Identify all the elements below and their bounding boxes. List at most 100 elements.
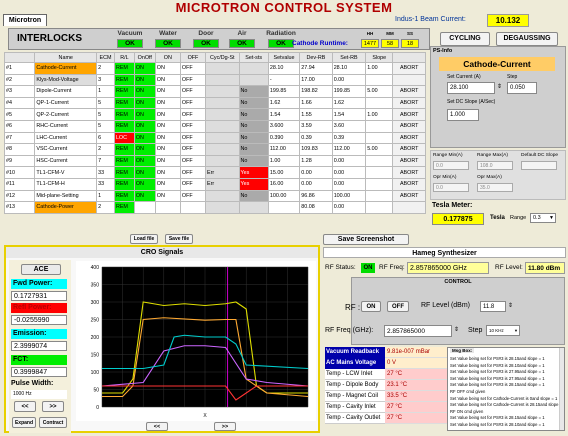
cell-on[interactable]: ON xyxy=(154,96,181,110)
step-input[interactable]: 0.050 xyxy=(507,82,537,94)
cell-setv[interactable]: 0.390 xyxy=(267,131,301,145)
cell-on[interactable]: ON xyxy=(154,154,181,168)
cell-setv[interactable]: 199.85 xyxy=(267,85,301,98)
msg-line: Set Value being set for PS#3 is 27.95and… xyxy=(450,369,545,375)
msg-scrollbar[interactable] xyxy=(559,348,564,430)
status-radiation-value: OK xyxy=(268,39,294,48)
cell-off[interactable]: OFF xyxy=(179,85,207,98)
emission-value: 2.3999074 xyxy=(11,341,67,351)
scroll-right-button[interactable]: >> xyxy=(214,422,236,431)
range-select[interactable]: 0.3 ▼ xyxy=(530,213,556,223)
cell-abort[interactable]: ABORT xyxy=(392,177,426,191)
cell-off[interactable]: OFF xyxy=(179,154,207,168)
cell-setv[interactable]: 3.600 xyxy=(267,119,301,133)
degaussing-button[interactable]: DEGAUSSING xyxy=(496,32,558,46)
cell-slope[interactable] xyxy=(365,154,394,168)
cell-on[interactable]: ON xyxy=(154,177,181,191)
cell-on[interactable]: ON xyxy=(154,166,181,179)
cell-off[interactable]: OFF xyxy=(179,96,207,110)
cell-on[interactable]: ON xyxy=(154,131,181,145)
cell-on[interactable]: ON xyxy=(154,73,181,87)
cell-slope[interactable] xyxy=(365,131,394,145)
tab-microtron[interactable]: Microtron xyxy=(3,14,47,26)
pulse-prev-button[interactable]: << xyxy=(14,401,36,412)
cell-setv[interactable]: 1.54 xyxy=(267,108,301,121)
cell-slope[interactable]: 1.00 xyxy=(365,108,394,121)
cell-off[interactable]: OFF xyxy=(179,119,207,133)
rf-level-stepper-icon[interactable]: ⇕ xyxy=(508,302,513,309)
cell-setv[interactable]: 1.62 xyxy=(267,96,301,110)
cell-off[interactable]: OFF xyxy=(179,189,207,203)
cell-sets xyxy=(238,62,269,75)
cell-setv[interactable]: 100.00 xyxy=(267,189,301,203)
cell-abort[interactable]: ABORT xyxy=(392,154,426,168)
cell-setv[interactable]: 15.00 xyxy=(267,166,301,179)
rf-on-button[interactable]: ON xyxy=(361,301,381,312)
cell-slope[interactable]: 1.00 xyxy=(365,62,394,75)
cell-on[interactable]: ON xyxy=(154,143,181,156)
cell-on[interactable]: ON xyxy=(154,189,181,203)
cell-setv[interactable]: - xyxy=(267,73,301,87)
cell-on[interactable]: ON xyxy=(154,85,181,98)
cell-off[interactable]: OFF xyxy=(179,177,207,191)
cell-slope[interactable]: 5.00 xyxy=(365,143,394,156)
save-screenshot-button[interactable]: Save Screenshot xyxy=(323,234,409,245)
cell-abort[interactable]: ABORT xyxy=(392,96,426,110)
rf-freq-stepper-icon[interactable]: ⇕ xyxy=(454,326,459,333)
cell-off[interactable]: OFF xyxy=(179,62,207,75)
set-current-input[interactable]: 28.100 xyxy=(447,82,495,94)
cell-slope[interactable] xyxy=(365,201,394,214)
ace-button[interactable]: ACE xyxy=(21,264,61,275)
save-file-button[interactable]: Save file xyxy=(165,234,193,244)
cell-off[interactable]: OFF xyxy=(179,108,207,121)
cell-setv[interactable]: 28.10 xyxy=(267,62,301,75)
cell-setv[interactable]: 16.00 xyxy=(267,177,301,191)
cell-setv[interactable]: 1.00 xyxy=(267,154,301,168)
cell-abort[interactable]: ABORT xyxy=(392,166,426,179)
cycling-button[interactable]: CYCLING xyxy=(440,32,490,46)
contract-button[interactable]: Contract xyxy=(39,417,67,428)
cell-slope[interactable] xyxy=(365,189,394,203)
rf-freq-set-input[interactable]: 2.857865000 xyxy=(384,325,452,337)
cell-rl: REM xyxy=(113,62,135,75)
scroll-left-button[interactable]: << xyxy=(146,422,168,431)
cell-on[interactable]: ON xyxy=(154,119,181,133)
cell-abort[interactable]: ABORT xyxy=(392,119,426,133)
step-label: Step xyxy=(507,74,518,80)
rf-off-button[interactable]: OFF xyxy=(387,301,409,312)
temperature-row: Temp - Cavity Outlet 27 °C xyxy=(325,413,455,424)
cell-on[interactable]: ON xyxy=(154,62,181,75)
cell-off[interactable]: OFF xyxy=(179,143,207,156)
cell-abort[interactable]: ABORT xyxy=(392,62,426,75)
cell-setv[interactable] xyxy=(267,201,301,214)
cell-abort[interactable]: ABORT xyxy=(392,143,426,156)
cell-ecm: 1 xyxy=(96,189,115,203)
default-slope-label: Default DC Slope xyxy=(521,153,559,158)
cell-abort[interactable]: ABORT xyxy=(392,131,426,145)
cell-slope[interactable]: 5.00 xyxy=(365,85,394,98)
cell-slope[interactable] xyxy=(365,119,394,133)
cell-on[interactable] xyxy=(154,201,181,214)
cell-off[interactable]: OFF xyxy=(179,73,207,87)
cell-abort[interactable]: ABORT xyxy=(392,108,426,121)
cell-slope[interactable] xyxy=(365,166,394,179)
expand-button[interactable]: Expand xyxy=(12,417,36,428)
cell-off[interactable] xyxy=(179,201,207,214)
pulse-next-button[interactable]: >> xyxy=(42,401,64,412)
rf-level-set-input[interactable]: 11.8 xyxy=(480,301,506,312)
cell-abort[interactable]: ABORT xyxy=(392,85,426,98)
cell-off[interactable]: OFF xyxy=(179,131,207,145)
step-select[interactable]: 10 KHz ▼ xyxy=(486,325,520,336)
table-header-cell: Name xyxy=(34,52,98,63)
cell-on[interactable]: ON xyxy=(154,108,181,121)
cell-off[interactable]: OFF xyxy=(179,166,207,179)
cell-slope[interactable] xyxy=(365,177,394,191)
cell-slope[interactable] xyxy=(365,96,394,110)
cell-setv[interactable]: 112.00 xyxy=(267,143,301,156)
cell-ecm: 1 xyxy=(96,85,115,98)
load-file-button[interactable]: Load file xyxy=(130,234,158,244)
cell-abort[interactable]: ABORT xyxy=(392,189,426,203)
dc-slope-input[interactable]: 1.000 xyxy=(447,109,479,121)
cell-slope[interactable] xyxy=(365,73,394,87)
set-current-stepper-icon[interactable]: ⇕ xyxy=(497,83,502,90)
